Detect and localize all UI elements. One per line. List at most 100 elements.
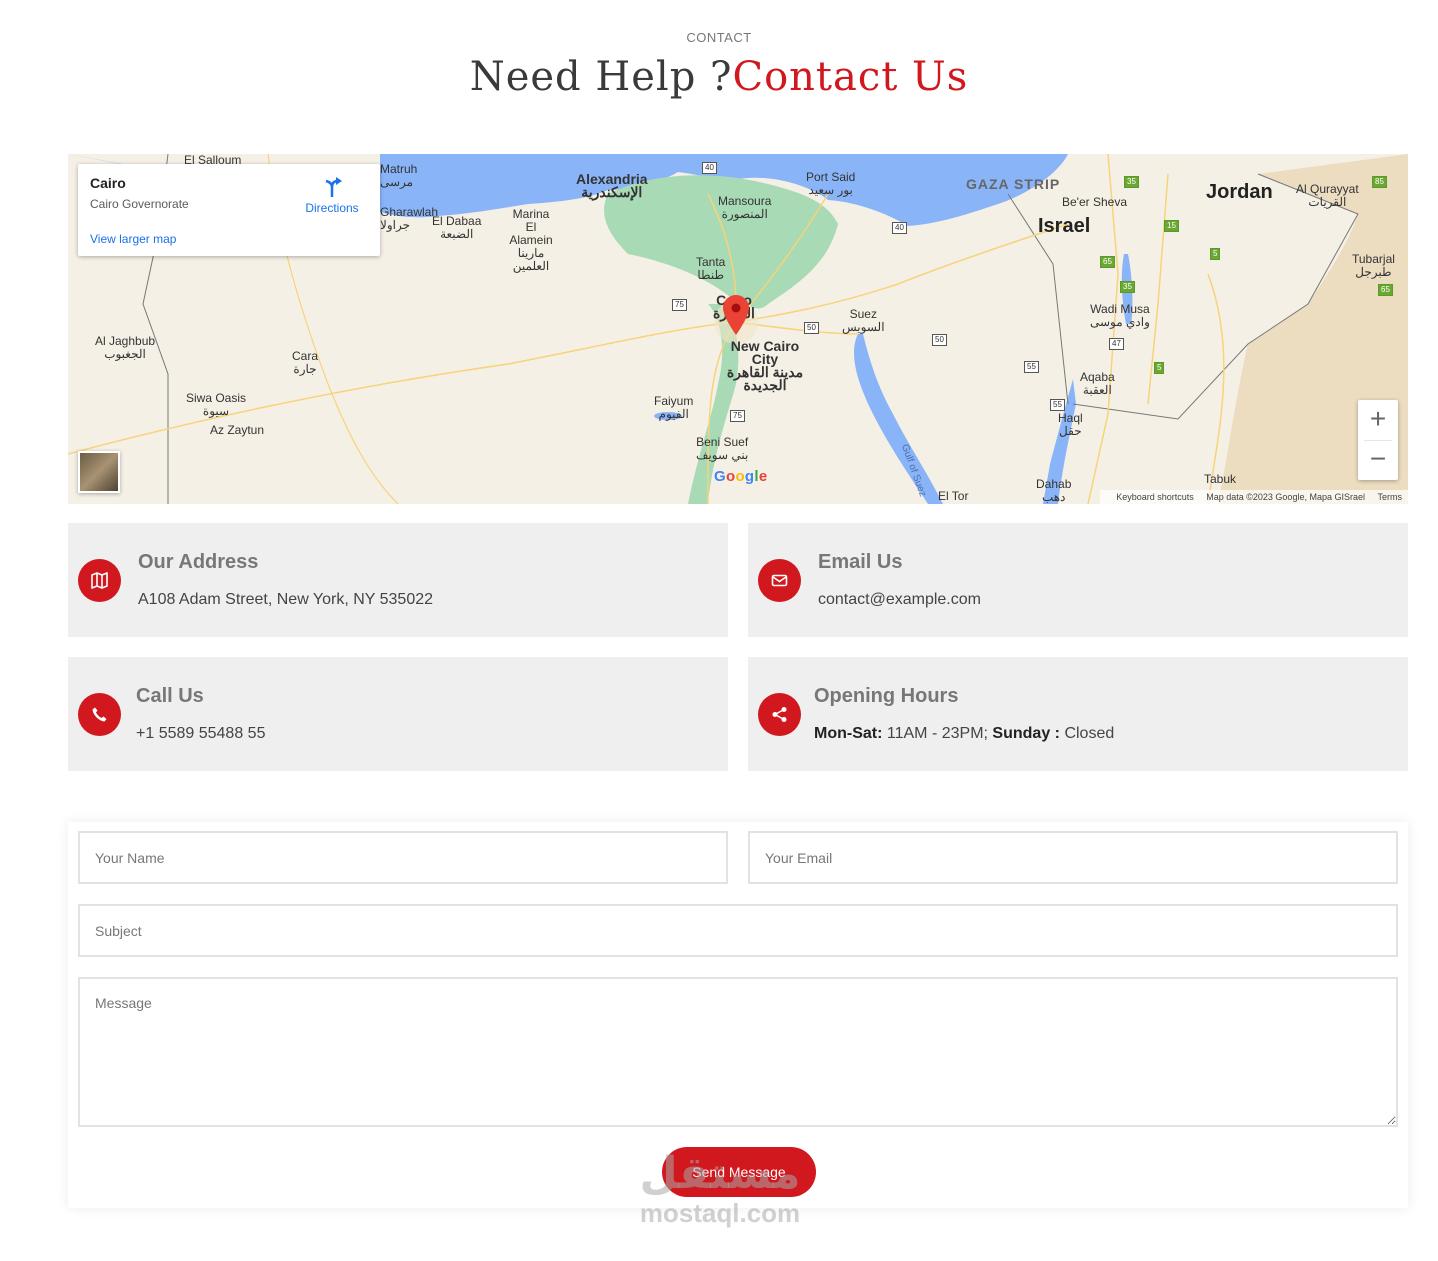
map-place-card: Cairo Cairo Governorate View larger map … [78,164,380,256]
road-number-shield: 47 [1109,338,1124,350]
hours-card: Opening Hours Mon-Sat: 11AM - 23PM; Sund… [748,657,1408,771]
road-number-shield: 75 [672,299,687,311]
satellite-toggle-button[interactable] [78,451,120,493]
map-label-text-ar: القريات [1308,195,1347,209]
map-label-marina: Marina El Alamein مارينا العلمين [506,208,556,273]
map-label-text-ar: دهب [1041,490,1066,504]
address-card: Our Address A108 Adam Street, New York, … [68,523,728,637]
hours-time-2: Closed [1064,725,1115,742]
map-label-text-ar: بني سويف [696,448,749,462]
road-number-shield: 40 [892,222,907,234]
hours-heading: Opening Hours [814,685,959,707]
map-label-alexandria: Alexandria الإسكندرية [576,172,648,200]
map-label-text: New Cairo City [730,338,800,367]
map-label-cara: Cara جارة [292,350,318,376]
map-place-name: Cairo [90,175,126,191]
map-label-text-ar: بور سعيد [808,183,853,197]
road-number-shield: 50 [932,334,947,346]
call-value[interactable]: +1 5589 55488 55 [136,725,265,743]
directions-icon [325,177,342,197]
zoom-divider [1364,440,1392,441]
map-label-text-ar: مرسى [380,175,414,189]
map-label-new-cairo: New Cairo City مدينة القاهرة الجديدة [722,338,808,392]
map-icon [78,559,121,602]
road-number-shield: 5 [1154,362,1165,374]
map-label-gharawlah: Gharawlah جراولا [380,206,438,232]
directions-label: Directions [305,201,359,215]
map-label-beni-suef: Beni Suef بني سويف [696,436,748,462]
map-label-text-ar: طنطا [697,268,725,282]
map-label-text: Jordan [1206,181,1273,203]
name-input[interactable] [78,831,728,884]
map-label-el-tor: El Tor [938,490,968,503]
map-label-siwa: Siwa Oasis سيوة [186,392,246,418]
email-input[interactable] [748,831,1398,884]
map-label-text-ar: الفيوم [658,407,689,421]
call-heading: Call Us [136,685,204,707]
hours-value: Mon-Sat: 11AM - 23PM; Sunday : Closed [814,725,1114,743]
road-number-shield: 40 [702,162,717,174]
map-label-text-ar: السويس [842,320,885,334]
hours-time-1: 11AM - 23PM; [886,725,988,742]
map-label-text-ar: مارينا العلمين [512,246,550,273]
email-heading: Email Us [818,551,903,573]
page-title: Need Help ?Contact Us [0,53,1438,101]
title-part-2: Contact Us [732,54,969,100]
map-label-text-ar: العقبة [1082,383,1112,397]
road-number-shield: 65 [1100,256,1115,268]
map-label-text-ar: الجغبوب [104,347,146,361]
google-map[interactable]: Alexandria الإسكندرية Port Said بور سعيد M… [68,154,1408,504]
email-value[interactable]: contact@example.com [818,591,981,609]
map-label-text-ar: جارة [293,362,317,376]
map-label-text: Marina El Alamein [509,207,553,247]
map-label-text: Israel [1038,215,1091,237]
watermark-arabic: مستقل [639,1148,801,1199]
address-value: A108 Adam Street, New York, NY 535022 [138,591,434,608]
location-pin-icon[interactable] [723,295,749,335]
map-label-text-ar: وادي موسى [1090,315,1150,329]
map-label-tanta: Tanta طنطا [696,256,725,282]
map-label-port-said: Port Said بور سعيد [806,171,855,197]
road-number-shield: 50 [804,322,819,334]
title-part-1: Need Help ? [469,54,733,100]
map-label-aqaba: Aqaba العقبة [1080,371,1115,397]
share-icon [758,693,801,736]
map-label-haql: Haql حقل [1058,412,1083,438]
terms-link[interactable]: Terms [1378,492,1403,502]
message-textarea[interactable] [78,977,1398,1127]
road-number-shield: 35 [1120,281,1135,293]
road-number-shield: 75 [730,410,745,422]
road-number-shield: 5 [1210,248,1221,260]
map-label-wadi-musa: Wadi Musa وادي موسى [1090,303,1150,329]
map-label-al-jaghbub: Al Jaghbub الجغبوب [95,335,155,361]
watermark: مستقل mostaql.com [630,1148,810,1229]
map-label-israel: Israel [1038,215,1091,237]
map-label-text-ar: الضبعة [440,227,474,241]
map-zoom-controls: + − [1358,400,1398,480]
keyboard-shortcuts-link[interactable]: Keyboard shortcuts [1116,492,1194,502]
map-label-mansoura: Mansoura المنصورة [718,195,771,221]
map-label-text: GAZA STRIP [966,176,1061,192]
road-number-shield: 55 [1050,399,1065,411]
google-logo: Google [714,468,768,485]
map-label-tubarjal: Tubarjal طبرجل [1352,253,1395,279]
map-label-dahab: Dahab دهب [1036,478,1071,504]
road-number-shield: 15 [1164,220,1179,232]
directions-button[interactable]: Directions [302,176,362,215]
hours-days-2: Sunday : [992,725,1060,742]
map-label-text-ar: الإسكندرية [581,184,643,200]
call-card: Call Us +1 5589 55488 55 [68,657,728,771]
view-larger-map-link[interactable]: View larger map [90,232,176,246]
map-place-region: Cairo Governorate [90,197,189,211]
address-heading: Our Address [138,551,259,573]
zoom-out-button[interactable]: − [1358,440,1398,480]
road-number-shield: 85 [1372,176,1387,188]
email-card: Email Us contact@example.com [748,523,1408,637]
subject-input[interactable] [78,904,1398,957]
map-label-el-dabaa: El Dabaa الضبعة [432,215,481,241]
section-eyebrow: CONTACT [686,30,752,45]
map-label-text-ar: المنصورة [721,207,768,221]
zoom-in-button[interactable]: + [1358,400,1398,440]
map-label-text: El Tor [938,489,969,503]
map-label-al-qurayyat: Al Qurayyat القريات [1296,183,1359,209]
